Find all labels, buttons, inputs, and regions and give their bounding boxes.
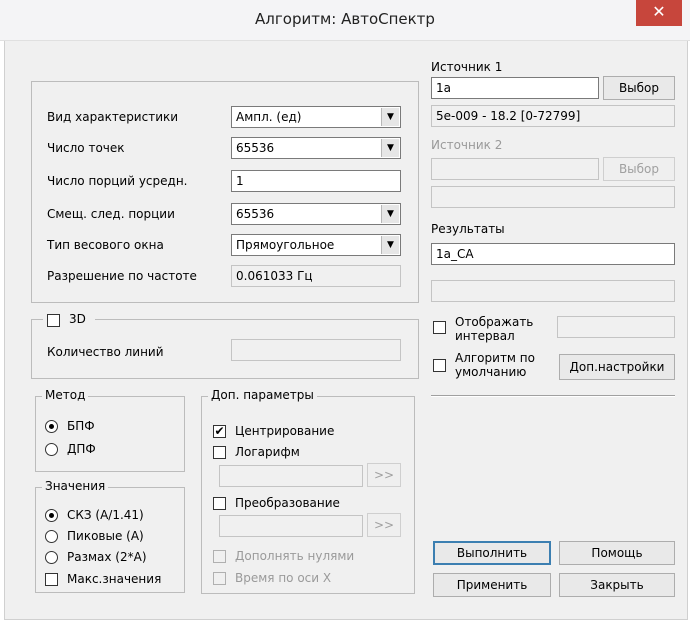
char-type-value: Ампл. (ед) xyxy=(236,110,302,124)
default-algo-label: Алгоритм по умолчанию xyxy=(455,351,535,379)
zero-pad-label: Дополнять нулями xyxy=(235,549,355,563)
centering-label: Центрирование xyxy=(235,424,335,438)
source1-input[interactable]: 1a xyxy=(431,77,599,99)
window-type-label: Тип весового окна xyxy=(47,238,164,252)
max-checkbox[interactable] xyxy=(45,573,58,586)
dft-label: ДПФ xyxy=(67,442,96,456)
method-group: Метод xyxy=(35,388,185,472)
results-label: Результаты xyxy=(431,222,505,236)
source2-select-button[interactable]: Выбор xyxy=(603,157,675,181)
offset-label: Смещ. след. порции xyxy=(47,207,175,221)
title-bar: Алгоритм: АвтоСпектр ✕ xyxy=(0,0,690,41)
centering-checkbox[interactable]: ✔ xyxy=(213,425,226,438)
range-label: Размах (2*А) xyxy=(67,550,147,564)
chevron-down-icon[interactable]: ▼ xyxy=(381,236,399,254)
results-extra-field xyxy=(431,280,675,302)
time-x-label: Время по оси X xyxy=(235,571,332,585)
chevron-down-icon[interactable]: ▼ xyxy=(381,205,399,223)
char-type-label: Вид характеристики xyxy=(47,110,179,124)
points-value: 65536 xyxy=(236,141,275,155)
log-field xyxy=(219,465,363,487)
help-button[interactable]: Помощь xyxy=(559,541,675,565)
log-label: Логарифм xyxy=(235,445,300,459)
radio-fft[interactable] xyxy=(45,420,58,433)
results-input[interactable]: 1a_CA xyxy=(431,243,675,265)
radio-range[interactable] xyxy=(45,551,58,564)
avg-value: 1 xyxy=(236,174,244,188)
chevron-down-icon[interactable]: ▼ xyxy=(381,139,399,157)
chevron-down-icon[interactable]: ▼ xyxy=(381,108,399,126)
resolution-value: 0.061033 Гц xyxy=(236,269,313,283)
run-button[interactable]: Выполнить xyxy=(433,541,551,565)
max-label: Макс.значения xyxy=(67,572,162,586)
resolution-label: Разрешение по частоте xyxy=(47,269,197,283)
source1-info: 5e-009 - 18.2 [0-72799] xyxy=(431,105,675,127)
zero-pad-checkbox[interactable] xyxy=(213,550,226,563)
transform-label: Преобразование xyxy=(235,496,340,510)
points-select[interactable]: 65536 ▼ xyxy=(231,137,401,159)
log-checkbox[interactable] xyxy=(213,446,226,459)
radio-dft[interactable] xyxy=(45,443,58,456)
avg-label: Число порций усредн. xyxy=(47,174,188,188)
apply-button[interactable]: Применить xyxy=(433,573,551,597)
extra-legend: Доп. параметры xyxy=(208,388,317,402)
threed-checkbox[interactable] xyxy=(47,314,60,327)
fft-label: БПФ xyxy=(67,419,95,433)
transform-field xyxy=(219,515,363,537)
default-algo-checkbox[interactable] xyxy=(433,359,446,372)
source1-select-button[interactable]: Выбор xyxy=(603,76,675,100)
log-options-button[interactable]: >> xyxy=(367,463,401,487)
resolution-field: 0.061033 Гц xyxy=(231,265,401,287)
radio-peak[interactable] xyxy=(45,530,58,543)
transform-checkbox[interactable] xyxy=(213,497,226,510)
interval-field xyxy=(557,316,675,338)
window-title: Алгоритм: АвтоСпектр xyxy=(255,10,435,28)
peak-label: Пиковые (А) xyxy=(67,529,144,543)
rms-label: СКЗ (А/1.41) xyxy=(67,508,144,522)
close-icon[interactable]: ✕ xyxy=(636,0,682,26)
window-type-select[interactable]: Прямоугольное ▼ xyxy=(231,234,401,256)
source2-info xyxy=(431,186,675,208)
source2-input[interactable] xyxy=(431,158,599,180)
threed-label: 3D xyxy=(69,312,86,326)
source1-label: Источник 1 xyxy=(431,60,503,74)
radio-rms[interactable] xyxy=(45,509,58,522)
window-type-value: Прямоугольное xyxy=(236,238,335,252)
offset-value: 65536 xyxy=(236,207,275,221)
method-legend: Метод xyxy=(42,388,89,402)
avg-input[interactable]: 1 xyxy=(231,170,401,192)
options-separator xyxy=(431,395,675,397)
source1-value: 1a xyxy=(436,81,451,95)
source2-label: Источник 2 xyxy=(431,138,503,152)
char-type-select[interactable]: Ампл. (ед) ▼ xyxy=(231,106,401,128)
close-button[interactable]: Закрыть xyxy=(559,573,675,597)
adv-settings-button[interactable]: Доп.настройки xyxy=(559,354,675,380)
offset-select[interactable]: 65536 ▼ xyxy=(231,203,401,225)
values-legend: Значения xyxy=(42,479,109,493)
points-label: Число точек xyxy=(47,141,125,155)
lines-field xyxy=(231,339,401,361)
lines-label: Количество линий xyxy=(47,345,164,359)
results-value: 1a_CA xyxy=(436,247,474,261)
transform-options-button[interactable]: >> xyxy=(367,513,401,537)
show-interval-label: Отображать интервал xyxy=(455,315,534,343)
show-interval-checkbox[interactable] xyxy=(433,321,446,334)
dialog-client: Вид характеристики Ампл. (ед) ▼ Число то… xyxy=(4,41,688,620)
source1-info-text: 5e-009 - 18.2 [0-72799] xyxy=(436,109,581,123)
time-x-checkbox[interactable] xyxy=(213,572,226,585)
